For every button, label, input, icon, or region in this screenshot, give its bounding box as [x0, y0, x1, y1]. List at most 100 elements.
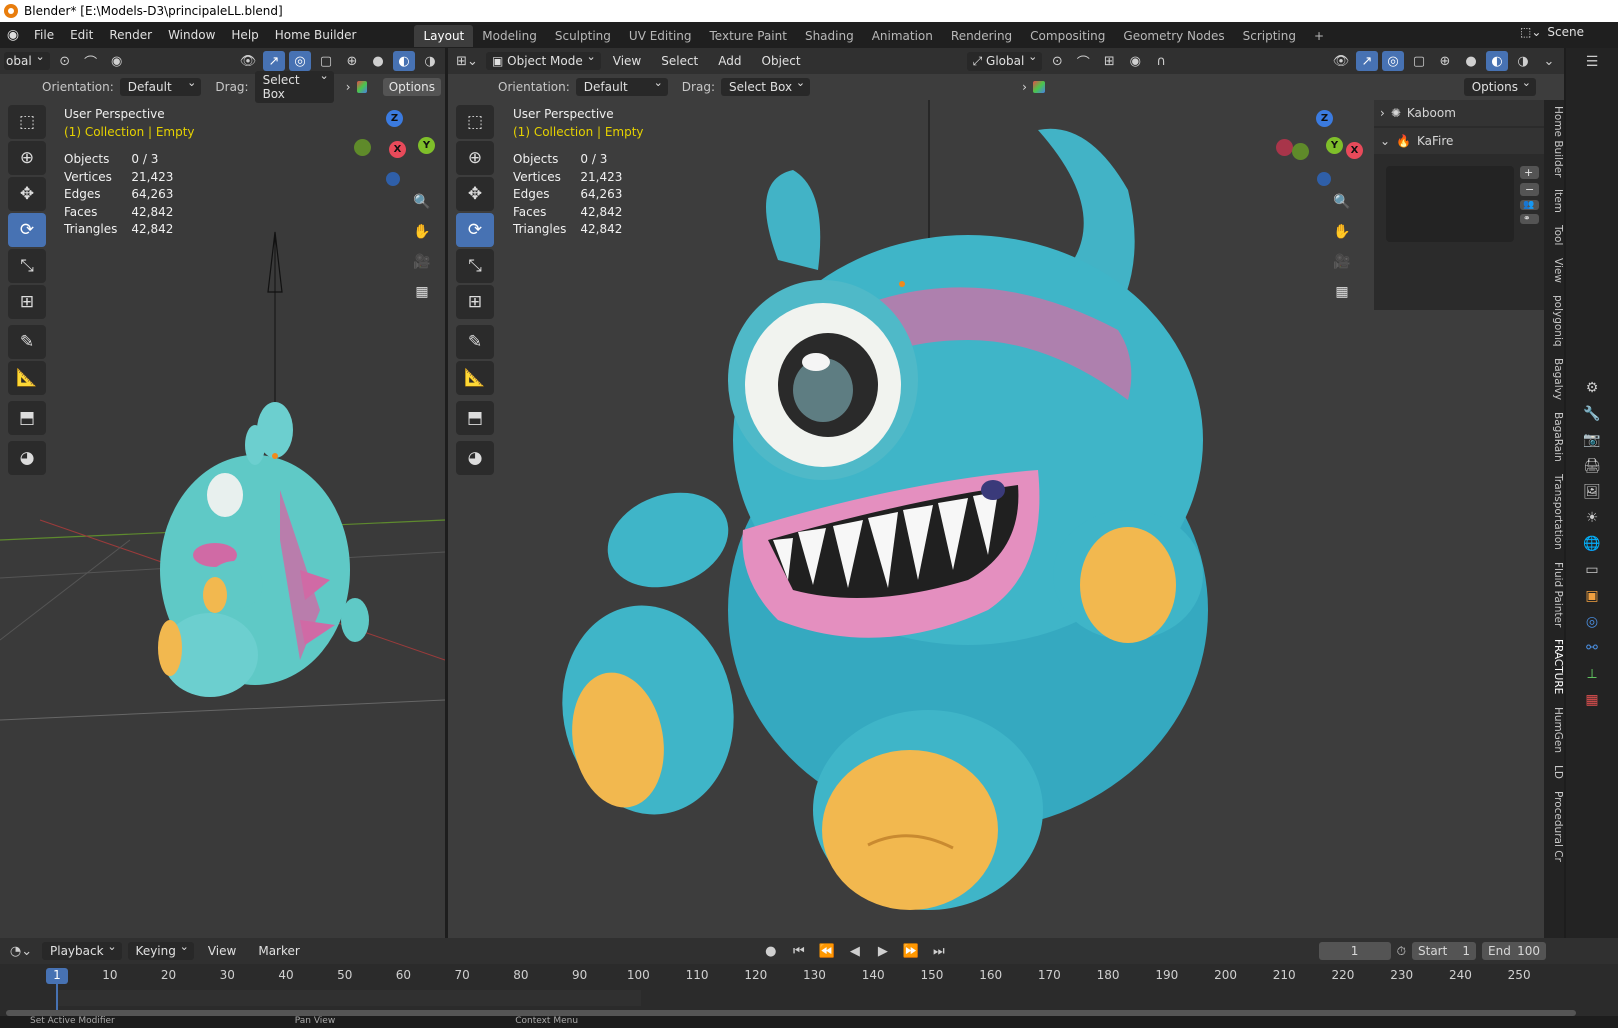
- mode-dropdown[interactable]: ▣ Object Mode: [486, 50, 601, 70]
- tab-modeling[interactable]: Modeling: [473, 25, 546, 47]
- left-viewport[interactable]: obal ⊙ ⌒ ◉ 👁 ↗ ◎ ▢ ⊕ ● ◐ ◑ Orientation: …: [0, 48, 445, 938]
- add-cube-tool-icon[interactable]: ⬒: [8, 401, 46, 435]
- playback-menu[interactable]: Playback: [42, 940, 122, 960]
- jump-start-icon[interactable]: ⏮: [788, 941, 810, 961]
- tab-geometry-nodes[interactable]: Geometry Nodes: [1114, 25, 1233, 47]
- solid-shading-icon[interactable]: ●: [367, 51, 389, 71]
- world-properties-icon[interactable]: 🌐: [1583, 536, 1600, 552]
- visibility-icon[interactable]: 👁: [237, 51, 259, 71]
- gizmo-z-icon[interactable]: Z: [1316, 110, 1333, 127]
- rendered-shading-icon[interactable]: ◑: [419, 51, 441, 71]
- end-frame-field[interactable]: End 100: [1482, 942, 1546, 960]
- snap-target-icon[interactable]: ⊞: [1098, 51, 1120, 71]
- proportional-edit-icon[interactable]: ◉: [1124, 51, 1146, 71]
- tab-uv-editing[interactable]: UV Editing: [620, 25, 701, 47]
- menu-window[interactable]: Window: [160, 22, 223, 48]
- output-properties-icon[interactable]: 🖨: [1583, 458, 1601, 474]
- tab-scripting[interactable]: Scripting: [1234, 25, 1305, 47]
- tab-compositing[interactable]: Compositing: [1021, 25, 1114, 47]
- ortho-grid-icon[interactable]: ▦: [1330, 280, 1354, 304]
- gizmo-y-icon[interactable]: Y: [1326, 137, 1343, 154]
- gizmo-toggle-icon[interactable]: ↗: [1356, 51, 1378, 71]
- tab-sculpting[interactable]: Sculpting: [546, 25, 620, 47]
- sidebar-tab-bagarain[interactable]: BagaRain: [1544, 406, 1564, 468]
- sidebar-tab-humgen[interactable]: HumGen: [1544, 701, 1564, 759]
- transform-tool-icon[interactable]: ⊞: [8, 285, 46, 319]
- scale-tool-icon[interactable]: ⤡: [8, 249, 46, 283]
- sidebar-tab-item[interactable]: Item: [1544, 183, 1564, 219]
- jump-end-icon[interactable]: ⏭: [928, 941, 950, 961]
- annotate-tool-icon[interactable]: ✎: [8, 325, 46, 359]
- sidebar-tab-bagalvy[interactable]: Bagalvy: [1544, 352, 1564, 406]
- kafire-list[interactable]: [1386, 166, 1514, 242]
- object-data-icon[interactable]: ⟂: [1587, 666, 1596, 682]
- menu-home-builder[interactable]: Home Builder: [267, 22, 365, 48]
- extra-tool-icon[interactable]: ◕: [8, 441, 46, 475]
- orientation-dropdown[interactable]: Default: [119, 76, 202, 96]
- move-tool-icon[interactable]: ✥: [8, 177, 46, 211]
- gizmo-neg-z-icon[interactable]: [1317, 172, 1331, 186]
- outliner-icon[interactable]: ☰: [1586, 54, 1599, 70]
- cursor-tool-icon[interactable]: ⊕: [456, 141, 494, 175]
- left-navigation-gizmo[interactable]: Z Y X: [350, 108, 440, 198]
- main-navigation-gizmo[interactable]: Z Y X: [1274, 108, 1364, 198]
- gizmo-x-icon[interactable]: X: [1346, 142, 1363, 159]
- editor-type-icon[interactable]: ⊞⌄: [452, 51, 482, 71]
- xray-icon[interactable]: ▢: [1408, 51, 1430, 71]
- jump-keyframe-forward-icon[interactable]: ⏩: [900, 941, 922, 961]
- menu-file[interactable]: File: [26, 22, 62, 48]
- options-button[interactable]: Options: [382, 78, 441, 96]
- object-properties-icon[interactable]: ▣: [1585, 588, 1598, 604]
- gizmo-y-icon[interactable]: Y: [418, 137, 435, 154]
- blender-menu-icon[interactable]: ◉: [0, 27, 26, 43]
- gizmo-neg-y-icon[interactable]: [354, 139, 371, 156]
- scene-selector[interactable]: ⬚⌄ Scene: [1520, 25, 1584, 39]
- menu-select[interactable]: Select: [653, 48, 706, 74]
- zoom-icon[interactable]: 🔍: [410, 190, 434, 214]
- sidebar-tab-fracture[interactable]: FRACTURE: [1544, 633, 1564, 700]
- overlay-toggle-icon[interactable]: ◎: [289, 51, 311, 71]
- menu-help[interactable]: Help: [223, 22, 266, 48]
- zoom-icon[interactable]: 🔍: [1330, 190, 1354, 214]
- list-add-icon[interactable]: +: [1520, 166, 1540, 179]
- collection-properties-icon[interactable]: ▭: [1585, 562, 1598, 578]
- rendered-shading-icon[interactable]: ◑: [1512, 51, 1534, 71]
- camera-view-icon[interactable]: 🎥: [1330, 250, 1354, 274]
- jump-keyframe-back-icon[interactable]: ⏪: [816, 941, 838, 961]
- tab-rendering[interactable]: Rendering: [942, 25, 1021, 47]
- timeline-view-menu[interactable]: View: [200, 938, 244, 964]
- timeline-ruler[interactable]: 1102030405060708090100110120130140150160…: [0, 966, 1618, 990]
- physics-properties-icon[interactable]: ◎: [1586, 614, 1598, 630]
- transform-orientation-dropdown[interactable]: obal: [4, 50, 50, 70]
- tool-properties-icon[interactable]: ⚙: [1586, 380, 1599, 396]
- measure-tool-icon[interactable]: 📐: [8, 361, 46, 395]
- menu-render[interactable]: Render: [101, 22, 160, 48]
- pivot-icon[interactable]: ⊙: [1046, 51, 1068, 71]
- panel-kaboom[interactable]: › ✺ Kaboom: [1374, 100, 1544, 126]
- stopwatch-icon[interactable]: ⏱: [1397, 944, 1406, 959]
- sidebar-tab-fluid-painter[interactable]: Fluid Painter: [1544, 556, 1564, 633]
- expand-arrow-icon[interactable]: ›: [1022, 80, 1027, 94]
- orientation-dropdown[interactable]: Default: [575, 76, 668, 96]
- transform-tool-icon[interactable]: ⊞: [456, 285, 494, 319]
- constraints-icon[interactable]: ⚯: [1586, 640, 1598, 656]
- gizmo-z-icon[interactable]: Z: [386, 110, 403, 127]
- list-users-icon[interactable]: 👥: [1520, 200, 1540, 210]
- menu-add[interactable]: Add: [710, 48, 749, 74]
- keying-menu[interactable]: Keying: [127, 940, 194, 960]
- rotate-tool-icon[interactable]: ⟳: [456, 213, 494, 247]
- scene-properties-icon[interactable]: ☀: [1586, 510, 1599, 526]
- rotate-tool-icon[interactable]: ⟳: [8, 213, 46, 247]
- wireframe-shading-icon[interactable]: ⊕: [1434, 51, 1456, 71]
- sidebar-tab-procedural[interactable]: Procedural Cr: [1544, 785, 1564, 868]
- gizmo-neg-y-icon[interactable]: [1292, 143, 1309, 160]
- scale-tool-icon[interactable]: ⤡: [456, 249, 494, 283]
- proportional-edit-icon[interactable]: ◉: [106, 51, 128, 71]
- play-icon[interactable]: ▶: [872, 941, 894, 961]
- tab-layout[interactable]: Layout: [414, 25, 474, 47]
- list-link-icon[interactable]: ⚭: [1520, 214, 1540, 224]
- drag-dropdown[interactable]: Select Box: [720, 76, 811, 96]
- snap-pivot-icon[interactable]: ⊙: [54, 51, 76, 71]
- visibility-icon[interactable]: 👁: [1330, 51, 1352, 71]
- list-remove-icon[interactable]: −: [1520, 183, 1540, 196]
